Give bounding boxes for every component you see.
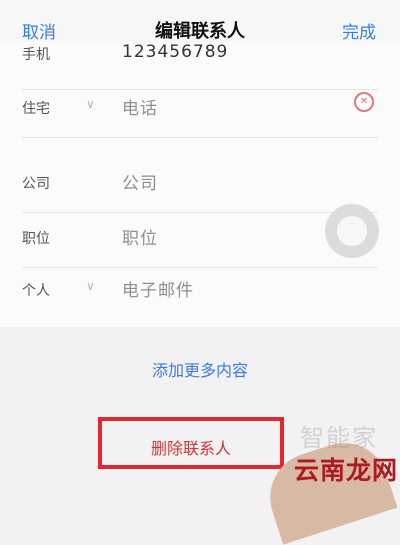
personal-label: 个人 — [22, 283, 50, 299]
home-phone-row[interactable]: 住宅 ∨ 电话 — [0, 80, 400, 138]
home-label: 住宅 — [22, 101, 50, 117]
divider — [22, 137, 378, 138]
phone-input[interactable]: 电话 — [122, 94, 158, 119]
chevron-down-icon[interactable]: ∨ — [86, 97, 95, 111]
email-row[interactable]: 个人 ∨ 电子邮件 — [0, 262, 400, 320]
phone-value[interactable]: 123456789 — [122, 42, 228, 62]
add-more-button[interactable]: 添加更多内容 — [0, 357, 400, 381]
contact-form: 手机 123456789 ✕ 住宅 ∨ 电话 公司 公司 职位 职位 个人 ∨ … — [0, 42, 400, 327]
delete-contact-button[interactable]: 删除联系人 — [102, 435, 280, 459]
job-title-input[interactable]: 职位 — [122, 224, 158, 249]
watermark-logo: 云南龙网 — [294, 456, 399, 485]
floating-assistive-button-icon[interactable] — [325, 204, 379, 258]
email-input[interactable]: 电子邮件 — [122, 276, 194, 301]
company-input[interactable]: 公司 — [122, 169, 158, 194]
company-label: 公司 — [22, 176, 50, 192]
delete-contact-highlight: 删除联系人 — [98, 417, 284, 469]
job-title-label: 职位 — [22, 231, 50, 247]
watermark-logo: 智能家 — [300, 424, 378, 452]
chevron-down-icon[interactable]: ∨ — [86, 279, 95, 293]
phone-label: 手机 — [22, 47, 50, 63]
company-row[interactable]: 公司 公司 — [0, 155, 400, 213]
